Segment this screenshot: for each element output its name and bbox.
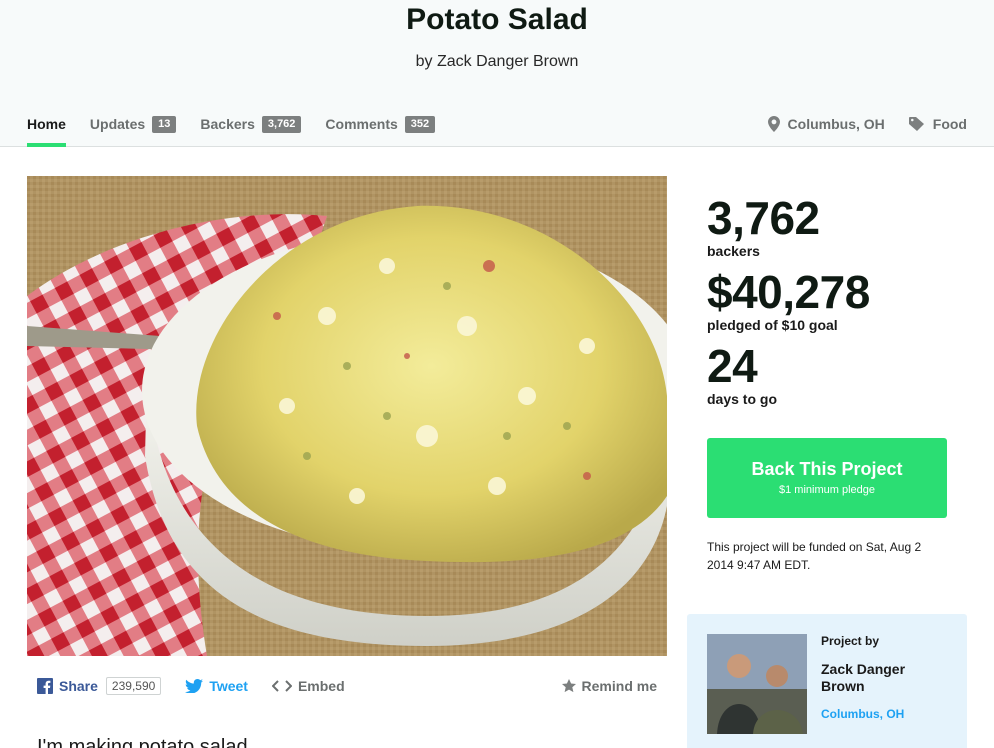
location-label: Columbus, OH — [787, 116, 885, 132]
map-pin-icon — [767, 116, 780, 132]
updates-count-badge: 13 — [152, 116, 177, 133]
creator-card: Project by Zack Danger Brown Columbus, O… — [687, 614, 967, 748]
potato-salad-photo — [27, 176, 667, 656]
tab-updates-label: Updates — [89, 116, 146, 132]
comments-count-badge: 352 — [404, 116, 436, 133]
tab-comments[interactable]: Comments 352 — [325, 114, 436, 146]
remind-label: Remind me — [581, 678, 657, 694]
creator-photo-image — [707, 634, 807, 734]
category-link[interactable]: Food — [908, 114, 967, 134]
back-this-project-button[interactable]: Back This Project $1 minimum pledge — [707, 438, 947, 518]
project-byline[interactable]: by Zack Danger Brown — [0, 52, 994, 72]
project-stats: 3,762 backers $40,278 pledged of $10 goa… — [707, 190, 967, 412]
backers-count-badge: 3,762 — [261, 116, 302, 133]
embed-label: Embed — [297, 678, 345, 694]
category-label: Food — [932, 116, 967, 132]
project-header: Potato Salad by Zack Danger Brown Home U… — [0, 0, 994, 147]
days-to-go-count: 24 — [707, 340, 758, 392]
share-count: 239,590 — [105, 677, 162, 695]
share-bar: Share 239,590 Tweet Embed Remind me — [37, 674, 657, 698]
minimum-pledge-label: $1 minimum pledge — [779, 484, 875, 496]
facebook-icon — [37, 678, 53, 694]
star-icon — [561, 679, 576, 693]
backers-count: 3,762 — [707, 192, 820, 244]
project-blurb: I'm making potato salad. — [37, 736, 254, 748]
creator-name-link[interactable]: Zack Danger Brown — [821, 661, 951, 695]
backers-label: backers — [707, 243, 760, 259]
tab-home-label: Home — [27, 116, 66, 132]
project-hero-image[interactable] — [27, 176, 667, 656]
days-to-go-label: days to go — [707, 391, 778, 407]
creator-avatar[interactable] — [707, 634, 807, 734]
share-label: Share — [59, 678, 98, 694]
tab-backers-label: Backers — [200, 116, 255, 132]
creator-location-link[interactable]: Columbus, OH — [821, 707, 904, 721]
funding-deadline-note: This project will be funded on Sat, Aug … — [707, 540, 922, 572]
facebook-share-button[interactable]: Share 239,590 — [37, 677, 162, 695]
project-title: Potato Salad — [406, 3, 588, 36]
code-brackets-icon — [271, 680, 292, 692]
project-by-label: Project by — [821, 634, 880, 648]
tweet-button[interactable]: Tweet — [185, 678, 248, 694]
tab-updates[interactable]: Updates 13 — [89, 114, 177, 146]
pledged-amount: $40,278 — [707, 266, 870, 318]
tab-backers[interactable]: Backers 3,762 — [200, 114, 302, 146]
twitter-bird-icon — [185, 679, 204, 693]
tab-home[interactable]: Home — [27, 114, 66, 147]
project-nav: Home Updates 13 Backers 3,762 Comments 3… — [27, 114, 459, 147]
tweet-label: Tweet — [209, 678, 248, 694]
tab-comments-label: Comments — [325, 116, 398, 132]
tag-icon — [908, 117, 924, 131]
embed-button[interactable]: Embed — [271, 678, 345, 694]
location-link[interactable]: Columbus, OH — [767, 114, 885, 134]
pledged-label: pledged of $10 goal — [707, 317, 838, 333]
remind-me-button[interactable]: Remind me — [561, 678, 657, 694]
project-page: Potato Salad by Zack Danger Brown Home U… — [0, 0, 994, 748]
back-project-label: Back This Project — [751, 459, 903, 479]
project-meta: Columbus, OH Food — [744, 114, 967, 134]
